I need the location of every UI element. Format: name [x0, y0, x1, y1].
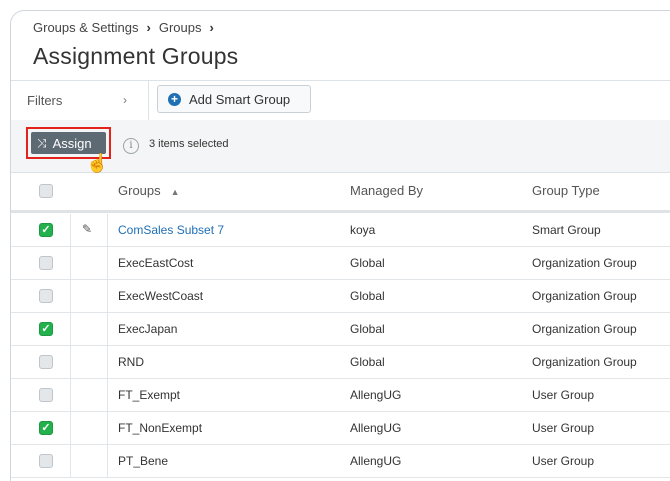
- row-checkbox-cell: ✓: [11, 214, 71, 246]
- info-icon: i: [123, 138, 139, 154]
- row-edit-cell: [71, 412, 108, 444]
- group-name: FT_NonExempt: [118, 421, 203, 435]
- chevron-right-icon: ›: [209, 20, 214, 35]
- row-checkbox-cell: [11, 445, 71, 477]
- assign-button[interactable]: ⤨ Assign: [31, 132, 106, 154]
- row-checkbox-cell: ✓: [11, 412, 71, 444]
- row-checkbox-cell: [11, 247, 71, 279]
- add-smart-group-label: Add Smart Group: [189, 91, 291, 107]
- group-name: ExecEastCost: [118, 256, 194, 270]
- content-panel: Groups & Settings › Groups › Assignment …: [10, 10, 670, 481]
- row-edit-cell: [71, 445, 108, 477]
- table-row[interactable]: FT_Exempt AllengUG User Group: [11, 379, 670, 412]
- group-name: FT_Exempt: [118, 388, 181, 402]
- shuffle-icon: ⤨: [37, 135, 47, 150]
- page-title: Assignment Groups: [33, 43, 239, 69]
- breadcrumb-item-groups[interactable]: Groups: [159, 20, 202, 35]
- managed-by: koya: [350, 223, 376, 237]
- group-type: Organization Group: [532, 322, 637, 336]
- group-type: Organization Group: [532, 256, 637, 270]
- table-body: ✓ ✎ ComSales Subset 7 koya Smart Group E…: [11, 214, 670, 478]
- group-type: User Group: [532, 421, 595, 435]
- plus-circle-icon: +: [168, 92, 181, 106]
- column-header-group-type[interactable]: Group Type: [532, 183, 600, 198]
- row-checkbox-checked[interactable]: ✓: [39, 421, 53, 435]
- column-header-groups[interactable]: Groups ▲: [118, 183, 180, 198]
- row-checkbox-checked[interactable]: ✓: [39, 322, 53, 336]
- table-row[interactable]: ExecWestCoast Global Organization Group: [11, 280, 670, 313]
- action-bar: ⤨ Assign ☝ i 3 items selected: [11, 120, 670, 173]
- table-row[interactable]: ✓ FT_NonExempt AllengUG User Group: [11, 412, 670, 445]
- group-type: Smart Group: [532, 223, 601, 237]
- breadcrumb: Groups & Settings › Groups ›: [33, 20, 222, 35]
- row-edit-cell: [71, 313, 108, 345]
- filters-toggle[interactable]: Filters ›: [11, 81, 149, 120]
- sort-ascending-icon: ▲: [170, 187, 180, 197]
- row-edit-cell: [71, 346, 108, 378]
- hand-cursor-icon: ☝: [86, 153, 109, 173]
- assign-label: Assign: [52, 135, 92, 151]
- row-checkbox-checked[interactable]: ✓: [39, 223, 53, 237]
- group-type: User Group: [532, 454, 595, 468]
- managed-by: Global: [350, 256, 385, 270]
- row-checkbox[interactable]: [39, 289, 53, 303]
- row-checkbox[interactable]: [39, 355, 53, 369]
- managed-by: Global: [350, 355, 385, 369]
- select-all-checkbox[interactable]: [39, 184, 53, 198]
- row-checkbox[interactable]: [39, 256, 53, 270]
- table-row[interactable]: ✓ ExecJapan Global Organization Group: [11, 313, 670, 346]
- selection-count: 3 items selected: [149, 138, 229, 150]
- row-checkbox-cell: [11, 280, 71, 312]
- pencil-icon[interactable]: ✎: [82, 222, 92, 236]
- row-checkbox[interactable]: [39, 454, 53, 468]
- table-row[interactable]: PT_Bene AllengUG User Group: [11, 445, 670, 478]
- managed-by: Global: [350, 289, 385, 303]
- managed-by: AllengUG: [350, 388, 402, 402]
- table-row[interactable]: ExecEastCost Global Organization Group: [11, 247, 670, 280]
- managed-by: Global: [350, 322, 385, 336]
- group-type: User Group: [532, 388, 595, 402]
- filter-bar: Filters › + Add Smart Group: [11, 80, 670, 121]
- managed-by: AllengUG: [350, 454, 402, 468]
- column-header-managed-by[interactable]: Managed By: [350, 183, 423, 198]
- table-header: Groups ▲ Managed By Group Type: [11, 173, 670, 213]
- group-name-link[interactable]: ComSales Subset 7: [118, 223, 224, 237]
- table-row[interactable]: ✓ ✎ ComSales Subset 7 koya Smart Group: [11, 214, 670, 247]
- row-edit-cell: ✎: [71, 214, 108, 246]
- group-name: ExecJapan: [118, 322, 178, 336]
- row-checkbox-cell: [11, 379, 71, 411]
- row-edit-cell: [71, 247, 108, 279]
- group-name: PT_Bene: [118, 454, 169, 468]
- managed-by: AllengUG: [350, 421, 402, 435]
- column-header-groups-label: Groups: [118, 183, 161, 198]
- group-type: Organization Group: [532, 355, 637, 369]
- group-type: Organization Group: [532, 289, 637, 303]
- add-smart-group-button[interactable]: + Add Smart Group: [157, 85, 311, 113]
- chevron-right-icon: ›: [123, 93, 127, 107]
- row-edit-cell: [71, 379, 108, 411]
- group-name: RND: [118, 355, 144, 369]
- row-checkbox-cell: ✓: [11, 313, 71, 345]
- chevron-right-icon: ›: [146, 20, 151, 35]
- group-name: ExecWestCoast: [118, 289, 204, 303]
- filters-label: Filters: [27, 93, 63, 108]
- row-checkbox[interactable]: [39, 388, 53, 402]
- table-row[interactable]: RND Global Organization Group: [11, 346, 670, 379]
- row-checkbox-cell: [11, 346, 71, 378]
- breadcrumb-item-groups-settings[interactable]: Groups & Settings: [33, 20, 139, 35]
- row-edit-cell: [71, 280, 108, 312]
